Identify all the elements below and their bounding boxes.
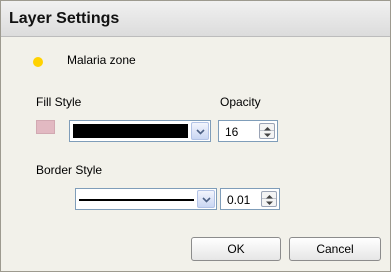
fill-style-preview xyxy=(73,124,188,138)
legend-dot-icon xyxy=(33,57,43,67)
layer-name-label: Malaria zone xyxy=(67,53,136,67)
border-style-dropdown-button[interactable] xyxy=(197,190,215,208)
border-width-stepper-buttons xyxy=(261,191,277,207)
fill-style-dropdown[interactable] xyxy=(69,120,211,142)
opacity-stepper[interactable]: 16 xyxy=(218,120,278,142)
border-style-label: Border Style xyxy=(36,163,103,177)
fill-color-swatch[interactable] xyxy=(36,120,55,134)
opacity-value[interactable]: 16 xyxy=(225,125,238,139)
opacity-decrement-button[interactable] xyxy=(260,131,274,138)
border-width-decrement-button[interactable] xyxy=(262,199,276,206)
caret-down-icon xyxy=(264,133,271,137)
opacity-label: Opacity xyxy=(220,95,261,109)
layer-settings-dialog: Layer Settings Malaria zone Fill Style O… xyxy=(0,0,391,272)
border-width-increment-button[interactable] xyxy=(262,192,276,199)
dialog-title: Layer Settings xyxy=(9,10,120,27)
fill-style-label: Fill Style xyxy=(36,95,82,109)
fill-style-dropdown-button[interactable] xyxy=(191,122,209,140)
border-width-value[interactable]: 0.01 xyxy=(227,193,250,207)
opacity-increment-button[interactable] xyxy=(260,124,274,131)
ok-button[interactable]: OK xyxy=(191,237,281,261)
caret-down-icon xyxy=(266,201,273,205)
border-style-preview xyxy=(79,192,194,206)
chevron-down-icon xyxy=(196,129,205,135)
cancel-button[interactable]: Cancel xyxy=(289,237,381,261)
title-bar: Layer Settings xyxy=(1,1,390,37)
chevron-down-icon xyxy=(202,197,211,203)
opacity-stepper-buttons xyxy=(259,123,275,139)
border-style-dropdown[interactable] xyxy=(75,188,217,210)
border-line-sample xyxy=(79,199,194,201)
border-width-stepper[interactable]: 0.01 xyxy=(220,188,280,210)
